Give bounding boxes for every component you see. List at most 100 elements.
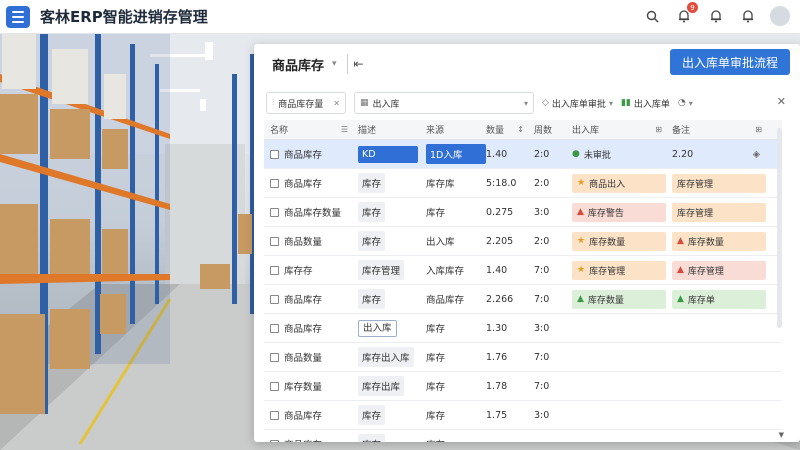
qty-cell: 5:18.0: [486, 177, 517, 189]
column-header[interactable]: 描述: [354, 123, 422, 136]
filter-label: 出入库单审批: [551, 99, 606, 110]
filter-orders[interactable]: ▮▮ 出入库单: [621, 92, 670, 114]
table-row[interactable]: 商品库存 KD 1D入库 1.40 2:0 ● 未审批 2.20 ◈: [264, 140, 782, 169]
back-icon[interactable]: ⇤: [354, 57, 364, 71]
search-icon[interactable]: [642, 6, 662, 26]
row-checkbox[interactable]: [270, 207, 279, 217]
name-cell: 商品数量: [264, 234, 354, 248]
close-icon[interactable]: ✕: [777, 95, 786, 108]
column-menu-icon: ☰: [340, 125, 348, 134]
filter-bar: ⫶ 商品库存量 ✕ ▦ 出入库 ▾ ◇ 出入库单审批 ▾ ▮▮ 出入库单 ◔ ▾…: [266, 91, 790, 115]
column-header[interactable]: 出入库 ⊞: [568, 123, 668, 136]
desc-cell[interactable]: KD: [354, 145, 422, 163]
status-tag: ● 未审批: [572, 149, 611, 161]
bar-chart-icon: ▮▮: [620, 98, 631, 108]
table-row[interactable]: 商品库存数量 库存 库存 0.275 3:0 ▲ 库存警告 库存管理: [264, 198, 782, 227]
note-tag: 库存管理: [672, 202, 766, 222]
bell-icon[interactable]: [706, 6, 726, 26]
source-cell: 入库库存: [426, 266, 465, 277]
row-checkbox[interactable]: [270, 178, 279, 188]
column-header[interactable]: 数量 ↕: [482, 123, 530, 136]
status-cell: ★ 商品出入: [568, 173, 668, 193]
desc-cell[interactable]: 库存出库: [354, 376, 422, 396]
name-cell: 商品库存: [264, 437, 354, 442]
qty-cell: 1.78: [486, 380, 508, 392]
week-cell: 7:0: [534, 351, 550, 363]
status-tag: ▲ 库存数量: [572, 289, 666, 309]
menu-icon[interactable]: [6, 5, 30, 28]
notification-icon[interactable]: 9: [674, 2, 698, 26]
table-row[interactable]: 商品数量 库存 出入库 2.205 2:0 ★ 库存数量 ▲ 库存数量: [264, 227, 782, 256]
table-row[interactable]: 库存存 库存管理 入库库存 1.40 7:0 ★ 库存管理 ▲ 库存管理: [264, 256, 782, 285]
row-checkbox[interactable]: [270, 439, 279, 442]
row-checkbox[interactable]: [270, 352, 279, 362]
panel-header: 商品库存 ▾ ⇤ 出入库单审批流程: [254, 44, 800, 84]
column-header[interactable]: 周数: [530, 123, 568, 136]
table-row[interactable]: 商品库存库存库存: [264, 430, 782, 442]
status-cell: ▲ 库存数量: [568, 289, 668, 309]
table-row[interactable]: 商品库存 库存 库存库 5:18.0 2:0 ★ 商品出入 库存管理: [264, 169, 782, 198]
source-cell: 库存库: [426, 179, 455, 190]
table-row[interactable]: 商品数量 库存出入库 库存 1.76 7:0: [264, 343, 782, 372]
row-checkbox[interactable]: [270, 381, 279, 391]
filter-stock[interactable]: ⫶ 商品库存量 ✕: [266, 92, 346, 114]
star-icon: ★: [577, 236, 586, 246]
inventory-table: 名称 ☰ 描述 来源 数量 ↕ 周数 出入库 ⊞ 备注 ⊞ 商品库存 KD 1D入库 1.40…: [264, 120, 782, 442]
column-header[interactable]: 备注 ⊞: [668, 123, 768, 136]
filter-label: 出入库: [372, 99, 400, 110]
qty-cell: 2.205: [486, 235, 514, 247]
week-cell: 2:0: [534, 148, 550, 160]
inventory-panel: 商品库存 ▾ ⇤ 出入库单审批流程 ⫶ 商品库存量 ✕ ▦ 出入库 ▾ ◇ 出入…: [254, 44, 800, 442]
note-cell: ▲ 库存数量: [668, 231, 768, 251]
week-cell: 2:0: [534, 177, 550, 189]
source-cell: 商品库存: [426, 295, 465, 306]
row-checkbox[interactable]: [270, 236, 279, 246]
table-row[interactable]: 商品库存 出入库 库存 1.30 3:0: [264, 314, 782, 343]
desc-cell[interactable]: 库存: [354, 231, 422, 251]
week-cell: 7:0: [534, 293, 550, 305]
row-checkbox[interactable]: [270, 265, 279, 275]
status-tag: ★ 库存数量: [572, 231, 666, 251]
name-cell: 库存数量: [264, 379, 354, 393]
desc-cell[interactable]: 库存: [354, 405, 422, 425]
avatar[interactable]: [770, 6, 790, 26]
filter-approval[interactable]: ◇ 出入库单审批 ▾: [542, 92, 613, 114]
filter-inout[interactable]: ▦ 出入库 ▾: [354, 92, 534, 114]
row-checkbox[interactable]: [270, 294, 279, 304]
header-actions: 9: [642, 2, 790, 26]
row-checkbox[interactable]: [270, 323, 279, 333]
scrollbar[interactable]: [777, 128, 782, 328]
desc-cell[interactable]: 库存: [354, 202, 422, 222]
desc-cell[interactable]: 库存: [354, 289, 422, 309]
diamond-icon: ◇: [542, 98, 549, 108]
week-cell: 3:0: [534, 409, 550, 421]
name-cell: 商品库存: [264, 408, 354, 422]
approve-workflow-button[interactable]: 出入库单审批流程: [669, 49, 790, 75]
status-tag: ★ 商品出入: [572, 173, 666, 193]
row-checkbox[interactable]: [270, 410, 279, 420]
filter-label: 出入库单: [633, 99, 670, 110]
close-icon[interactable]: ✕: [333, 99, 340, 108]
scroll-down-icon[interactable]: ▼: [779, 431, 784, 439]
source-cell: 出入库: [426, 237, 455, 248]
table-row[interactable]: 库存数量 库存出库 库存 1.78 7:0: [264, 372, 782, 401]
row-checkbox[interactable]: [270, 149, 279, 159]
filter-notify[interactable]: ◔ ▾: [678, 92, 693, 114]
desc-cell[interactable]: 库存: [354, 434, 422, 442]
desc-cell[interactable]: 库存出入库: [354, 347, 422, 367]
name-cell: 商品库存: [264, 176, 354, 190]
column-header[interactable]: 来源: [422, 123, 482, 136]
note-cell: 库存管理: [668, 173, 768, 193]
chevron-down-icon[interactable]: ▾: [332, 59, 337, 69]
panel-title[interactable]: 商品库存: [272, 55, 324, 74]
column-menu-icon: ⊞: [655, 125, 662, 134]
desc-cell[interactable]: 出入库: [354, 319, 422, 337]
desc-cell[interactable]: 库存: [354, 173, 422, 193]
alert-bell-icon[interactable]: [738, 6, 758, 26]
status-cell: ▲ 库存警告: [568, 202, 668, 222]
note-cell: ▲ 库存管理: [668, 260, 768, 280]
desc-cell[interactable]: 库存管理: [354, 260, 422, 280]
table-row[interactable]: 商品库存 库存 商品库存 2.266 7:0 ▲ 库存数量 ▲ 库存单: [264, 285, 782, 314]
column-header[interactable]: 名称 ☰: [264, 123, 354, 136]
table-row[interactable]: 商品库存 库存 库存 1.75 3:0: [264, 401, 782, 430]
